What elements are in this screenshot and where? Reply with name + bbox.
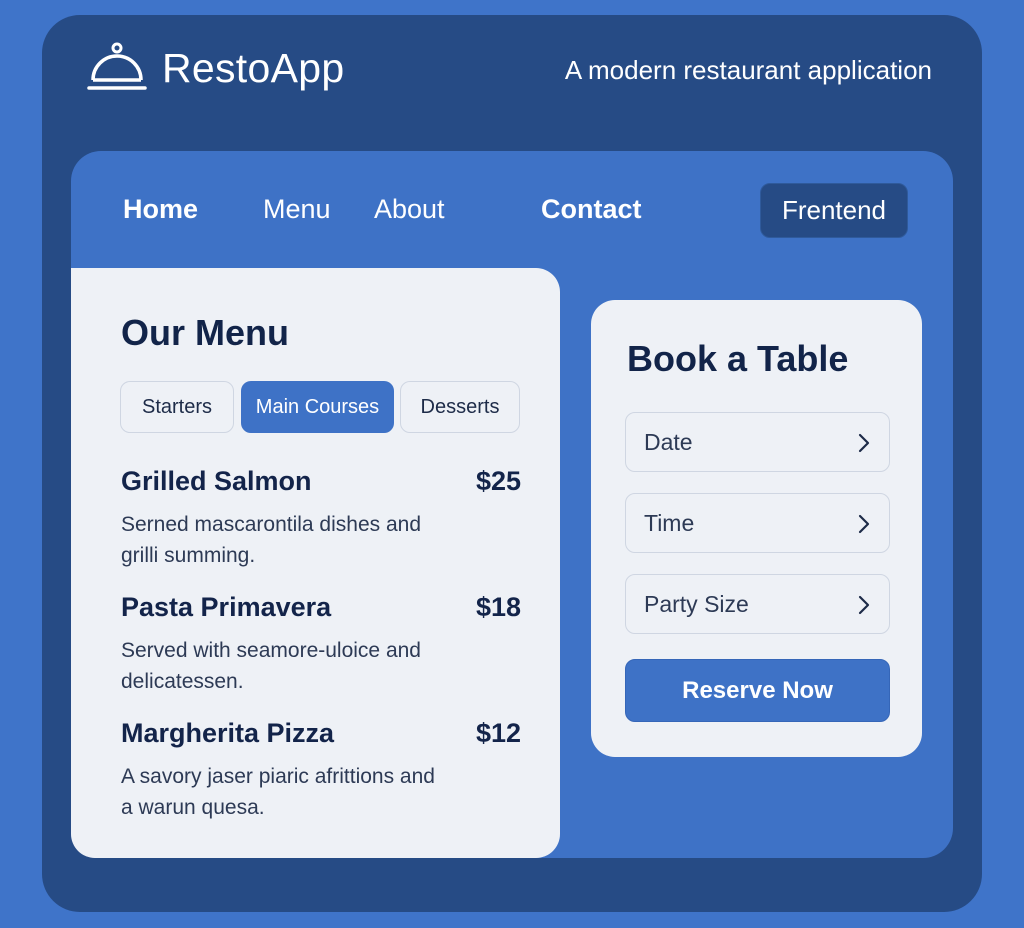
content-panel: Home Menu About Contact Frentend Our Men… (71, 151, 953, 858)
booking-card: Book a Table Date Time Party Size Reserv… (591, 300, 922, 757)
time-field-label: Time (644, 510, 695, 536)
app-frame: RestoApp A modern restaurant application… (42, 15, 982, 912)
date-field[interactable]: Date (625, 412, 890, 472)
menu-item-description: Serned mascarontila dishes and grilli su… (121, 513, 422, 567)
menu-item-description: Served with seamore-uloice and delicates… (121, 639, 421, 693)
menu-item: Margherita Pizza $12 A savory jaser piar… (121, 718, 521, 823)
booking-title: Book a Table (627, 338, 849, 379)
tab-desserts[interactable]: Desserts (400, 381, 520, 433)
menu-item: Pasta Primavera $18 Served with seamore-… (121, 592, 521, 697)
menu-item: Grilled Salmon $25 Serned mascarontila d… (121, 466, 521, 571)
menu-item-name: Margherita Pizza (121, 718, 335, 748)
menu-item-price: $18 (475, 592, 521, 622)
cloche-icon (87, 42, 147, 90)
menu-item-name: Pasta Primavera (121, 592, 332, 622)
header: RestoApp A modern restaurant application (42, 15, 982, 145)
chevron-right-icon (858, 433, 870, 453)
date-field-label: Date (644, 429, 693, 455)
menu-card: Our Menu Starters Main Courses Desserts … (71, 268, 560, 858)
menu-item-description: A savory jaser piaric afrittions and a w… (121, 765, 435, 819)
brand-name: RestoApp (162, 45, 345, 91)
party-size-field-label: Party Size (644, 591, 749, 617)
time-field[interactable]: Time (625, 493, 890, 553)
reserve-button[interactable]: Reserve Now (625, 659, 890, 722)
chevron-right-icon (858, 514, 870, 534)
menu-title: Our Menu (121, 312, 289, 353)
tagline: A modern restaurant application (564, 55, 932, 85)
nav-menu[interactable]: Menu (263, 194, 331, 225)
chevron-right-icon (858, 595, 870, 615)
nav-contact[interactable]: Contact (541, 194, 642, 225)
menu-item-price: $25 (475, 466, 521, 496)
frontend-button[interactable]: Frentend (760, 183, 908, 238)
tab-main-courses[interactable]: Main Courses (241, 381, 394, 433)
nav-home[interactable]: Home (123, 194, 198, 225)
menu-item-name: Grilled Salmon (121, 466, 312, 496)
nav-about[interactable]: About (374, 194, 445, 225)
party-size-field[interactable]: Party Size (625, 574, 890, 634)
menu-item-price: $12 (475, 718, 521, 748)
tab-starters[interactable]: Starters (120, 381, 234, 433)
